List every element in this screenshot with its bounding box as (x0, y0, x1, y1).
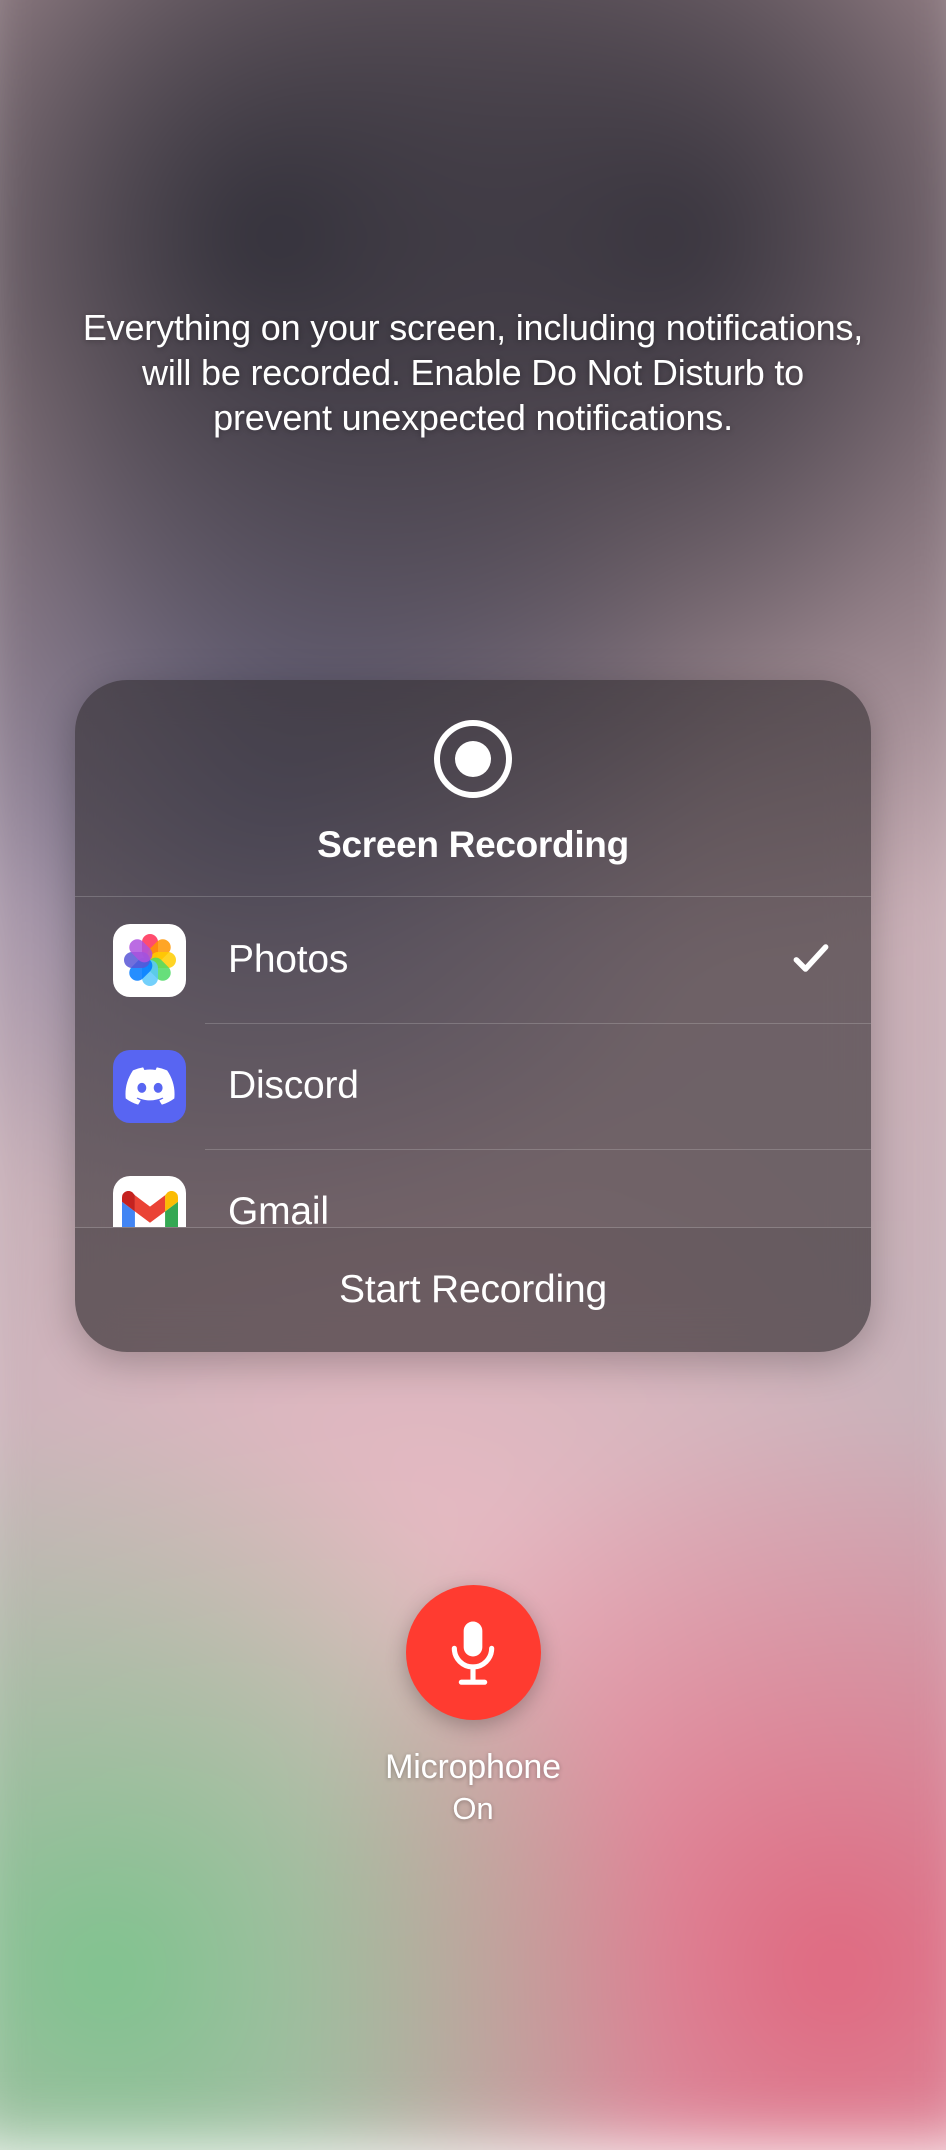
microphone-status: On (452, 1791, 493, 1827)
app-item-label: Discord (228, 1064, 833, 1108)
discord-icon (113, 1050, 186, 1123)
start-recording-button[interactable]: Start Recording (75, 1227, 871, 1352)
app-item-photos[interactable]: Photos (75, 897, 871, 1023)
microphone-label: Microphone (385, 1748, 561, 1787)
checkmark-icon (789, 936, 833, 985)
app-item-gmail[interactable]: Gmail (75, 1149, 871, 1227)
photos-icon (113, 924, 186, 997)
panel-title: Screen Recording (317, 824, 629, 866)
microphone-control: Microphone On (0, 1585, 946, 1827)
screen-recording-panel: Screen Recording Photo (75, 680, 871, 1352)
panel-header: Screen Recording (75, 680, 871, 897)
record-icon-dot (455, 741, 491, 777)
control-center-screen-recording-sheet: Everything on your screen, including not… (0, 0, 946, 2048)
start-recording-label: Start Recording (339, 1268, 607, 1312)
app-item-label: Photos (228, 938, 789, 982)
app-item-label: Gmail (228, 1190, 833, 1227)
microphone-button[interactable] (406, 1585, 541, 1720)
gmail-icon (113, 1176, 186, 1228)
app-item-discord[interactable]: Discord (75, 1023, 871, 1149)
info-text: Everything on your screen, including not… (80, 305, 866, 440)
app-destination-list[interactable]: Photos Discord (75, 897, 871, 1227)
record-icon (434, 720, 512, 798)
